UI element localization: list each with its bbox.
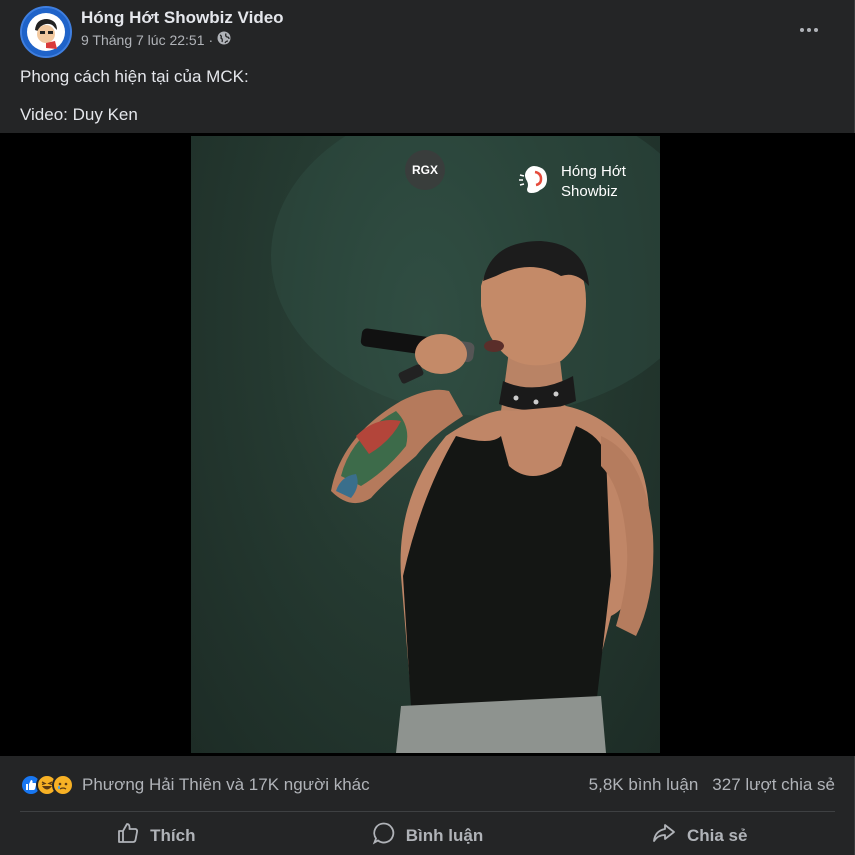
thumbs-up-icon [116, 821, 140, 850]
like-button[interactable]: Thích [20, 816, 292, 855]
reactions-bar: Phương Hải Thiên và 17K người khác 5,8K … [20, 768, 835, 802]
post-stats: 5,8K bình luận 327 lượt chia sẻ [589, 768, 835, 802]
post-header: Hóng Hớt Showbiz Video 9 Tháng 7 lúc 22:… [20, 6, 835, 58]
page-avatar[interactable] [20, 6, 72, 58]
rgx-badge: RGX [405, 150, 445, 190]
comment-count[interactable]: 5,8K bình luận [589, 775, 699, 795]
video-frame[interactable]: RGX Hóng Hớt Showbiz [191, 136, 660, 753]
more-options-button[interactable] [791, 12, 827, 48]
reaction-icons[interactable] [20, 774, 74, 796]
video-player[interactable]: RGX Hóng Hớt Showbiz [0, 133, 855, 756]
sad-icon [52, 774, 74, 796]
share-arrow-icon [651, 821, 677, 850]
watermark-line1: Hóng Hớt [561, 163, 626, 180]
meta-dot: · [208, 31, 214, 48]
post-caption: Phong cách hiện tại của MCK: Video: Duy … [20, 66, 249, 142]
watermark-text: Hóng Hớt Showbiz [561, 162, 626, 202]
reaction-summary[interactable]: Phương Hải Thiên và 17K người khác [82, 775, 370, 795]
post-meta: 9 Tháng 7 lúc 22:51 · [81, 31, 231, 48]
share-label: Chia sẻ [686, 825, 748, 845]
caption-line: Video: Duy Ken [20, 105, 138, 124]
more-dot [814, 28, 818, 32]
caption-line: Phong cách hiện tại của MCK: [20, 67, 249, 86]
globe-icon[interactable] [217, 31, 231, 48]
ear-logo-icon [517, 163, 551, 202]
watermark-line2: Showbiz [561, 183, 618, 200]
performer-image [271, 136, 660, 753]
comment-bubble-icon [372, 821, 396, 850]
share-button[interactable]: Chia sẻ [563, 816, 835, 855]
more-dot [800, 28, 804, 32]
action-bar: Thích Bình luận Chia sẻ [20, 816, 835, 855]
page-name[interactable]: Hóng Hớt Showbiz Video [81, 8, 284, 28]
channel-watermark: Hóng Hớt Showbiz [517, 162, 626, 202]
comment-button[interactable]: Bình luận [292, 816, 564, 855]
post-timestamp[interactable]: 9 Tháng 7 lúc 22:51 [81, 32, 205, 48]
share-count[interactable]: 327 lượt chia sẻ [712, 775, 835, 795]
post-card: Hóng Hớt Showbiz Video 9 Tháng 7 lúc 22:… [0, 0, 855, 855]
more-dot [807, 28, 811, 32]
comment-label: Bình luận [405, 825, 484, 845]
like-label: Thích [150, 825, 196, 845]
divider [20, 811, 835, 812]
